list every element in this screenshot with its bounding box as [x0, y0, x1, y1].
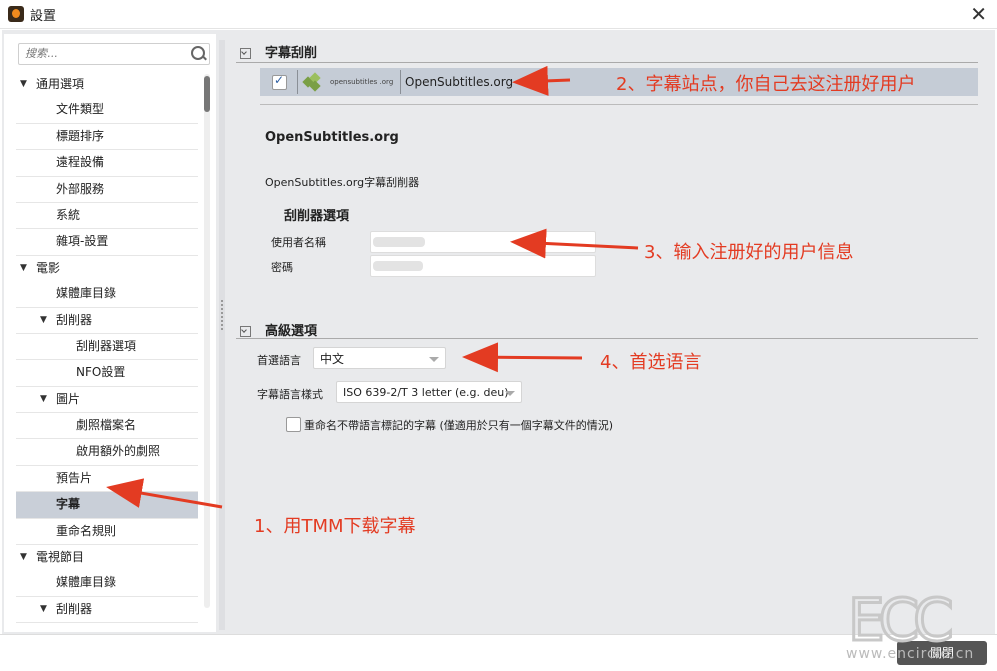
watermark-text: www.encircle.cn: [846, 646, 975, 662]
annotation-1: 1、用TMM下载字幕: [254, 516, 416, 537]
watermark-logo-text: ECC: [848, 588, 951, 648]
watermark-logo: ECC: [847, 588, 959, 648]
annotation-arrow-4: [462, 342, 583, 373]
annotation-4: 4、首选语言: [600, 352, 702, 373]
annotation-arrow-1: [106, 478, 223, 509]
annotation-2: 2、字幕站点，你自己去这注册好用户: [616, 74, 916, 95]
annotation-arrows: [106, 65, 639, 509]
annotation-3: 3、输入注册好的用户信息: [644, 242, 854, 263]
annotation-arrow-3: [510, 228, 639, 259]
annotation-arrow-2: [512, 65, 571, 96]
